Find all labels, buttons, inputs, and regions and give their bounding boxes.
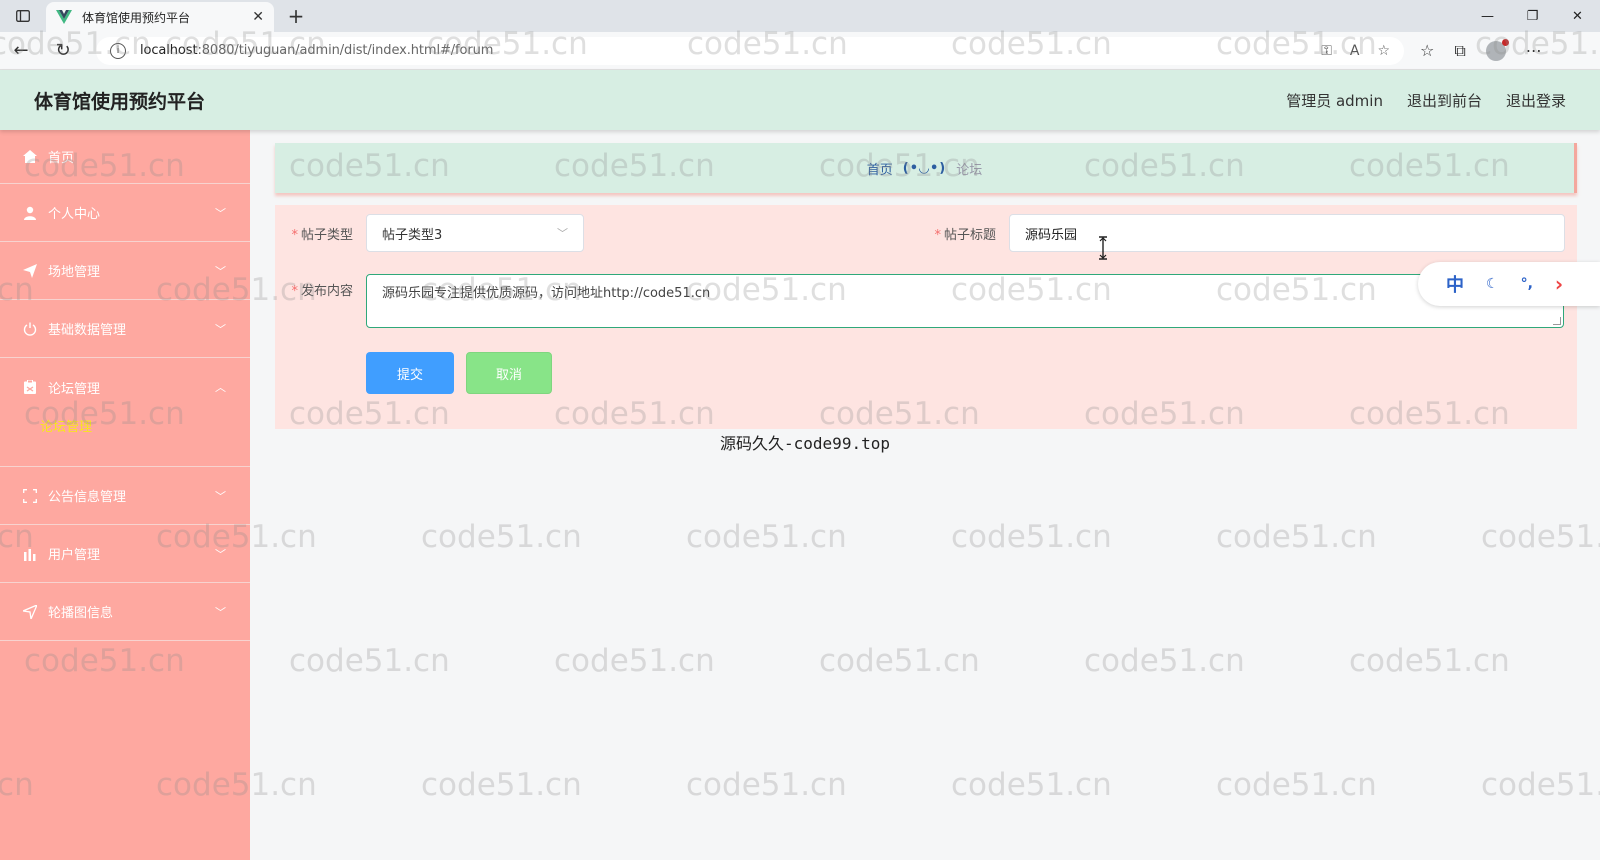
sidebar-item-forum[interactable]: 论坛管理 ︿ [0,358,250,416]
watermark: code51.cn [1216,519,1377,555]
window-close-icon[interactable]: ✕ [1555,0,1600,32]
power-icon [22,321,38,337]
ime-mode-toggle[interactable]: 中 [1446,271,1464,297]
sidebar-item-home[interactable]: 首页 [0,130,250,184]
favorites-icon[interactable]: ☆ [1420,41,1434,60]
watermark: code51.cn [1084,643,1245,679]
send-icon [22,263,38,279]
chevron-down-icon: ﹀ [215,489,226,503]
url-text: localhost:8080/tiyuguan/admin/dist/index… [140,43,494,58]
post-title-input[interactable]: 源码乐园 [1009,214,1565,252]
restore-icon[interactable]: ❐ [1510,0,1555,32]
post-content-label: * 发布内容 [291,284,353,299]
sidebar-item-venue[interactable]: 场地管理 ﹀ [0,242,250,300]
browser-tabbar: 体育馆使用预约平台 ✕ + — ❐ ✕ [0,0,1600,32]
sidebar-item-notice[interactable]: 公告信息管理 ﹀ [0,467,250,525]
watermark: code51.cn [819,643,980,679]
back-arrow-icon[interactable]: ← [0,32,42,70]
chevron-down-icon: ﹀ [557,227,568,240]
sidebar-item-carousel[interactable]: 轮播图信息 ﹀ [0,583,250,641]
forum-form: * 帖子类型 帖子类型3 ﹀ * 帖子标题 源码乐园 * 发布内容 源码乐园专注提供优… [275,205,1577,429]
chevron-down-icon: ﹀ [215,206,226,220]
info-icon[interactable]: i [110,42,126,59]
admin-label: 管理员 admin [1286,91,1383,110]
chevron-down-icon: ﹀ [215,322,226,336]
minimize-icon[interactable]: — [1465,0,1510,32]
post-type-label: * 帖子类型 [291,227,353,243]
watermark: code51.cn [686,767,847,803]
frame-icon [22,488,38,504]
watermark: code51.cn [1481,767,1600,803]
breadcrumb-separator: (•◡•) [902,160,947,176]
ime-toolbar[interactable]: 中 ☾ °, › [1418,262,1600,306]
breadcrumb: 首页 (•◡•) 论坛 [275,143,1577,193]
watermark: code51.cn [1481,519,1600,555]
submit-button[interactable]: 提交 [366,352,454,394]
watermark: code51.cn [421,519,582,555]
tab-title: 体育馆使用预约平台 [82,10,191,25]
watermark: code51.cn [289,643,450,679]
text-cursor-icon [1099,236,1107,260]
vue-logo-icon [56,10,72,24]
watermark: code51.cn [951,519,1112,555]
chevron-right-icon[interactable]: › [1555,272,1563,296]
watermark: code51.cn [951,767,1112,803]
cancel-button[interactable]: 取消 [466,352,552,394]
sidebar-item-basedata[interactable]: 基础数据管理 ﹀ [0,300,250,358]
navigate-icon [22,604,38,620]
refresh-icon[interactable]: ↻ [42,32,84,70]
user-icon [22,205,38,221]
sidebar-item-personal[interactable]: 个人中心 ﹀ [0,184,250,242]
breadcrumb-current: 论坛 [956,162,983,178]
post-content-textarea[interactable]: 源码乐园专注提供优质源码，访问地址http://code51.cn [366,274,1564,328]
punctuation-icon[interactable]: °, [1521,276,1533,292]
post-title-label: * 帖子标题 [934,227,996,243]
to-front-link[interactable]: 退出到前台 [1407,90,1482,111]
address-bar[interactable]: i localhost:8080/tiyuguan/admin/dist/ind… [96,36,1404,65]
watermark: code51.cn [1216,767,1377,803]
app-title: 体育馆使用预约平台 [34,90,206,113]
clipboard-icon [22,379,38,395]
address-toolbar: ← ↻ i localhost:8080/tiyuguan/admin/dist… [0,32,1600,70]
sidebar-item-users[interactable]: 用户管理 ﹀ [0,525,250,583]
plus-icon[interactable]: + [280,4,312,28]
more-icon[interactable]: ⋯ [1526,41,1542,60]
watermark: code51.cn [1349,643,1510,679]
window-controls: — ❐ ✕ [1465,0,1600,32]
chevron-down-icon: ﹀ [215,264,226,278]
sidebar-toggle-icon[interactable] [0,0,46,32]
close-icon[interactable]: ✕ [252,9,264,25]
watermark: code51.cn [421,767,582,803]
home-icon [22,149,38,165]
footer-note: 源码久久-code99.top [720,434,890,453]
bar-chart-icon [22,546,38,562]
browser-tab[interactable]: 体育馆使用预约平台 ✕ [46,2,274,32]
watermark: code51.cn [686,519,847,555]
resize-handle[interactable] [1553,317,1561,325]
key-icon[interactable]: ⚿ [1321,43,1332,59]
logout-link[interactable]: 退出登录 [1506,90,1566,111]
chevron-up-icon: ︿ [215,381,226,394]
sidebar: 首页 个人中心 ﹀ 场地管理 ﹀ 基础数据管理 ﹀ 论坛管理 ︿ 论坛管理 公告… [0,130,250,860]
breadcrumb-home[interactable]: 首页 [867,159,893,178]
moon-icon[interactable]: ☾ [1486,276,1499,292]
collections-icon[interactable]: ⧉ [1454,41,1465,61]
app-header: 体育馆使用预约平台 管理员 admin 退出到前台 退出登录 [0,70,1600,130]
chevron-down-icon: ﹀ [215,605,226,619]
favorite-add-icon[interactable]: ☆ [1377,43,1390,59]
watermark: code51.cn [554,643,715,679]
profile-icon[interactable] [1485,38,1509,61]
read-aloud-icon[interactable]: A [1350,43,1360,59]
chevron-down-icon: ﹀ [215,547,226,561]
post-type-select[interactable]: 帖子类型3 ﹀ [366,214,584,252]
